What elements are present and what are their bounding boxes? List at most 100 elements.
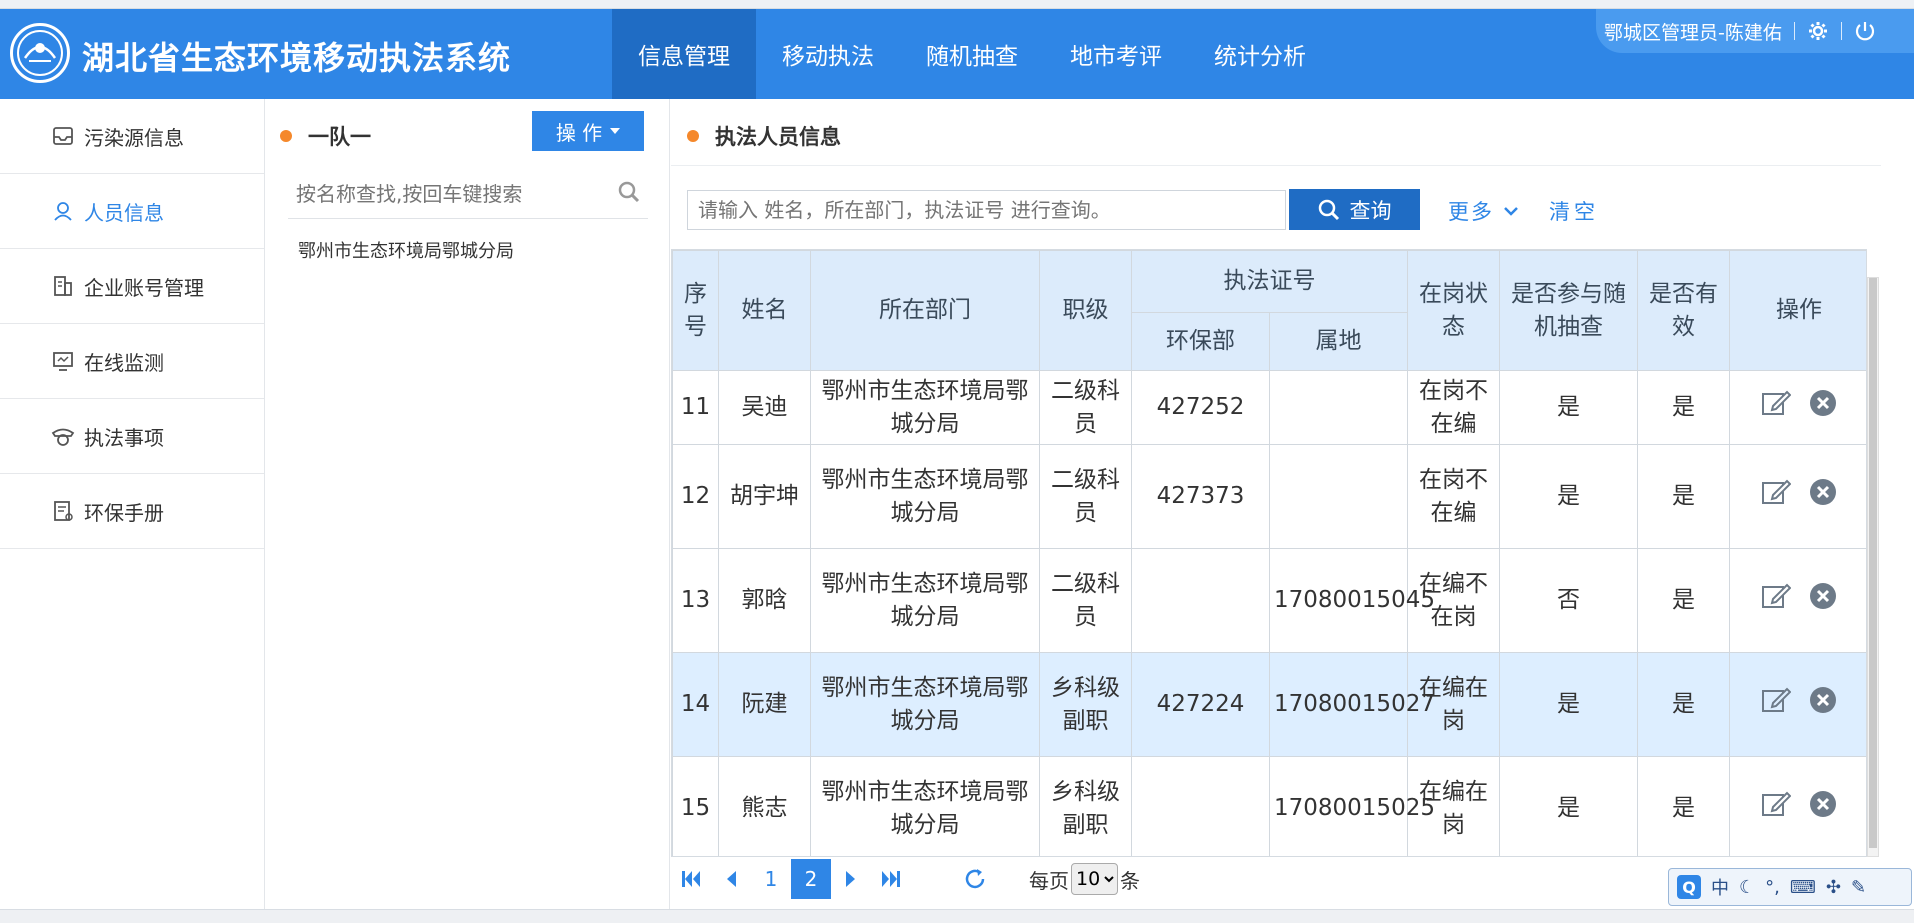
cell-status: 在岗不在编 (1407, 370, 1500, 445)
user-name[interactable]: 鄂城区管理员-陈建佑 (1604, 18, 1782, 45)
table-row[interactable]: 14 阮建 鄂州市生态环境局鄂城分局 乡科级副职 427224 17080015… (672, 652, 1866, 757)
cell-cert-env (1131, 548, 1270, 653)
sidebar-item-pollution-source[interactable]: 污染源信息 (0, 99, 264, 174)
table-row[interactable]: 12 胡宇坤 鄂州市生态环境局鄂城分局 二级科员 427373 在岗不在编 是 … (672, 444, 1866, 549)
header-valid: 是否有效 (1637, 250, 1730, 371)
header-ops: 操作 (1729, 250, 1866, 371)
header-cert-env: 环保部 (1131, 312, 1270, 371)
team-search-input[interactable] (296, 181, 596, 206)
edit-icon[interactable] (1761, 478, 1792, 516)
nav-city-evaluation[interactable]: 地市考评 (1044, 9, 1188, 99)
cell-rank: 二级科员 (1039, 370, 1132, 445)
per-page-prefix: 每页 (1029, 868, 1069, 893)
table-row[interactable]: 11 吴迪 鄂州市生态环境局鄂城分局 二级科员 427252 在岗不在编 是 是 (672, 370, 1866, 445)
header-status: 在岗状态 (1407, 250, 1500, 371)
cell-cert-env: 427224 (1131, 652, 1270, 757)
cell-valid: 是 (1637, 370, 1730, 445)
top-nav: 信息管理 移动执法 随机抽查 地市考评 统计分析 (612, 9, 1332, 99)
cell-ops (1729, 652, 1866, 757)
delete-icon[interactable] (1809, 582, 1837, 620)
ime-toolbar[interactable]: Q 中 ☾ °, ⌨ ✣ ✎ (1668, 868, 1912, 906)
sidebar-item-personnel[interactable]: 人员信息 (0, 174, 264, 249)
nav-statistics[interactable]: 统计分析 (1188, 9, 1332, 99)
table-scrollbar[interactable] (1867, 277, 1879, 857)
query-button[interactable]: 查询 (1289, 189, 1420, 230)
search-icon[interactable] (618, 181, 640, 207)
keyboard-icon[interactable]: ⌨ (1790, 877, 1816, 898)
clear-button[interactable]: 清空 (1549, 196, 1599, 226)
punctuation-icon[interactable]: °, (1765, 877, 1780, 898)
cell-seq: 12 (672, 444, 719, 549)
toolbox-icon[interactable]: ✣ (1826, 877, 1841, 898)
cell-cert-local: 17080015025 (1269, 756, 1435, 856)
team-panel-title: 一队一 (280, 121, 371, 151)
cell-random: 是 (1499, 756, 1638, 856)
operation-button-label: 操 作 (555, 120, 603, 145)
sidebar-item-enforcement-items[interactable]: 执法事项 (0, 399, 264, 474)
table-row[interactable]: 15 熊志 鄂州市生态环境局鄂城分局 乡科级副职 17080015025 在编在… (672, 756, 1866, 856)
chevron-down-icon (1504, 206, 1518, 216)
page-2-button[interactable]: 2 (791, 859, 831, 899)
edit-icon[interactable] (1761, 790, 1792, 828)
sidebar-item-online-monitoring[interactable]: 在线监测 (0, 324, 264, 399)
search-icon (1318, 199, 1339, 220)
edit-icon[interactable] (1761, 389, 1792, 427)
cell-random: 是 (1499, 444, 1638, 549)
sidebar-item-label: 在线监测 (84, 350, 164, 375)
more-button[interactable]: 更多 (1448, 196, 1518, 226)
cell-valid: 是 (1637, 548, 1730, 653)
caret-down-icon (610, 128, 621, 134)
query-input[interactable] (687, 190, 1286, 230)
cell-dept: 鄂州市生态环境局鄂城分局 (810, 444, 1040, 549)
refresh-icon[interactable] (955, 859, 995, 899)
moon-icon[interactable]: ☾ (1739, 877, 1755, 898)
table-row[interactable]: 13 郭晗 鄂州市生态环境局鄂城分局 二级科员 17080015045 在编不在… (672, 548, 1866, 653)
header-name: 姓名 (718, 250, 811, 371)
cell-cert-env (1131, 756, 1270, 856)
page-size: 每页 10 条 (1029, 863, 1140, 895)
sidebar-item-label: 企业账号管理 (84, 275, 204, 300)
sidebar-item-env-manual[interactable]: 环保手册 (0, 474, 264, 549)
title-dot (280, 130, 292, 142)
cell-rank: 二级科员 (1039, 548, 1132, 653)
scrollbar-thumb[interactable] (1869, 278, 1877, 848)
nav-random-inspection[interactable]: 随机抽查 (900, 9, 1044, 99)
delete-icon[interactable] (1809, 478, 1837, 516)
nav-mobile-enforcement[interactable]: 移动执法 (756, 9, 900, 99)
last-page-icon[interactable] (871, 859, 911, 899)
cell-name: 吴迪 (718, 370, 811, 445)
delete-icon[interactable] (1809, 686, 1837, 724)
ime-lang[interactable]: 中 (1711, 874, 1729, 900)
sidebar-item-label: 人员信息 (84, 200, 164, 225)
cell-dept: 鄂州市生态环境局鄂城分局 (810, 370, 1040, 445)
cell-name: 熊志 (718, 756, 811, 856)
cell-cert-local: 17080015045 (1269, 548, 1435, 653)
divider (1840, 22, 1842, 40)
user-box: 鄂城区管理员-陈建佑 (1596, 9, 1914, 53)
bottom-bar (0, 909, 1914, 923)
wrench-icon[interactable]: ✎ (1851, 877, 1866, 898)
sidebar: 污染源信息 人员信息 企业账号管理 在线监测 执法事项 环保手册 (0, 99, 265, 923)
operation-button[interactable]: 操 作 (532, 111, 644, 151)
delete-icon[interactable] (1809, 790, 1837, 828)
header-cert: 执法证号 (1131, 250, 1408, 313)
cell-seq: 15 (672, 756, 719, 856)
monitor-icon (50, 348, 76, 374)
cell-valid: 是 (1637, 444, 1730, 549)
next-page-icon[interactable] (831, 859, 871, 899)
gear-icon[interactable] (1807, 20, 1829, 42)
building-icon (50, 273, 76, 299)
page-size-select[interactable]: 10 (1071, 863, 1118, 895)
team-title-text: 一队一 (308, 125, 371, 149)
sidebar-item-enterprise-accounts[interactable]: 企业账号管理 (0, 249, 264, 324)
edit-icon[interactable] (1761, 686, 1792, 724)
first-page-icon[interactable] (671, 859, 711, 899)
prev-page-icon[interactable] (711, 859, 751, 899)
power-icon[interactable] (1854, 20, 1876, 42)
nav-info-management[interactable]: 信息管理 (612, 9, 756, 99)
delete-icon[interactable] (1809, 389, 1837, 427)
cell-ops (1729, 444, 1866, 549)
page-1-button[interactable]: 1 (751, 859, 791, 899)
tree-item-org[interactable]: 鄂州市生态环境局鄂城分局 (298, 237, 514, 263)
edit-icon[interactable] (1761, 582, 1792, 620)
